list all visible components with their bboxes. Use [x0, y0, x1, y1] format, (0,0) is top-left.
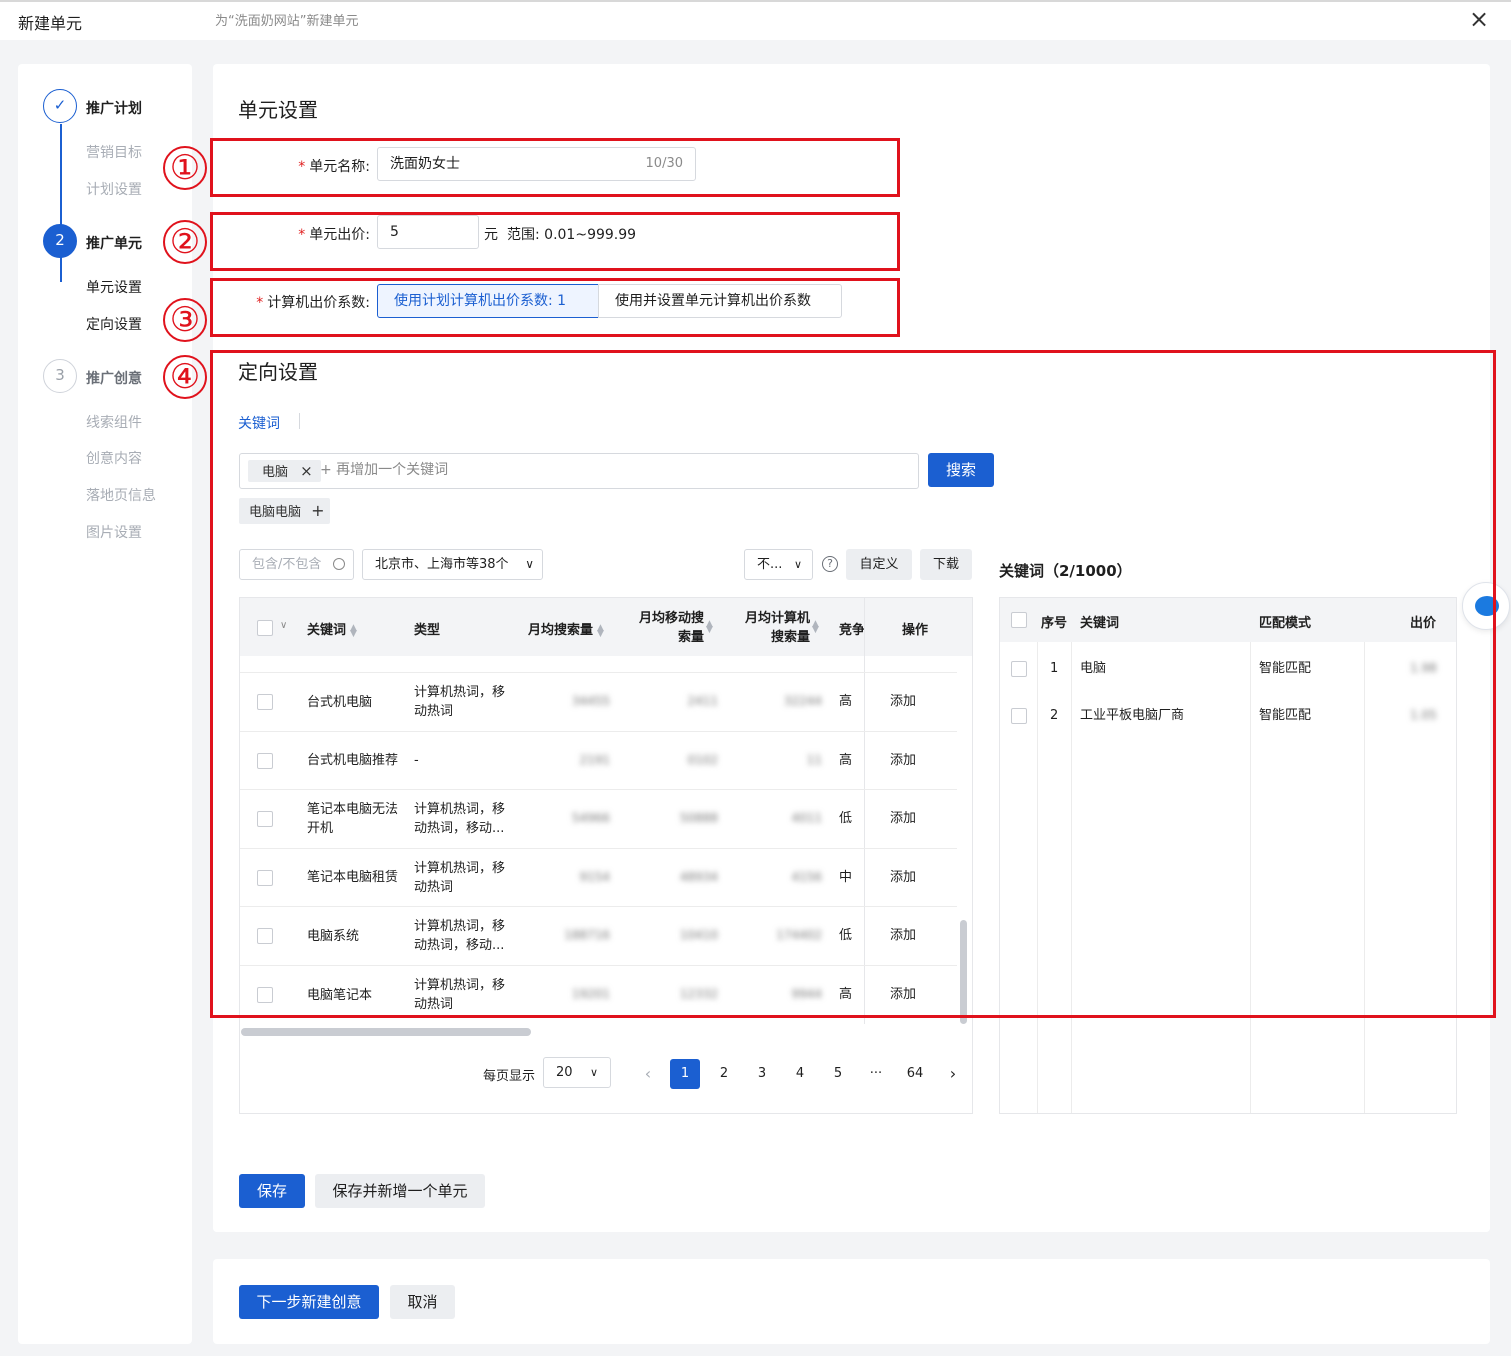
annotation-number-2: ② [163, 220, 207, 264]
chevron-down-icon: ∨ [589, 1066, 598, 1079]
annotation-box-3 [210, 278, 900, 337]
step-3-sub-creative-content[interactable]: 创意内容 [86, 448, 142, 468]
step-2-title[interactable]: 推广单元 [86, 233, 142, 253]
page-1[interactable]: 1 [670, 1059, 700, 1089]
save-and-new-button[interactable]: 保存并新增一个单元 [315, 1174, 485, 1208]
steps-sidebar: ✓ 推广计划 营销目标 计划设置 2 推广单元 单元设置 定向设置 3 推广创意… [18, 64, 192, 1344]
horizontal-scrollbar[interactable] [241, 1028, 531, 1036]
step-2-sub-unit-settings[interactable]: 单元设置 [86, 277, 142, 297]
modal-subtitle: 为“洗面奶网站”新建单元 [215, 14, 359, 29]
annotation-box-2 [210, 212, 900, 271]
annotation-number-4: ④ [163, 355, 207, 399]
step-3-sub-landing-page[interactable]: 落地页信息 [86, 485, 156, 505]
per-page-select[interactable]: 20 ∨ [543, 1057, 611, 1088]
step-2-sub-targeting[interactable]: 定向设置 [86, 314, 142, 334]
close-icon[interactable]: × [1466, 6, 1492, 32]
page-3[interactable]: 3 [747, 1059, 777, 1089]
next-page-icon[interactable]: › [938, 1059, 968, 1089]
page-4[interactable]: 4 [785, 1059, 815, 1089]
per-page-label: 每页显示 [483, 1069, 536, 1084]
unit-settings-title: 单元设置 [238, 98, 318, 122]
step-connector [60, 124, 62, 282]
step-1-sub-marketing-goal[interactable]: 营销目标 [86, 142, 142, 162]
prev-page-icon[interactable]: ‹ [633, 1059, 663, 1089]
annotation-number-3: ③ [163, 298, 207, 342]
page-5[interactable]: 5 [823, 1059, 853, 1089]
save-button[interactable]: 保存 [239, 1174, 305, 1208]
next-create-creative-button[interactable]: 下一步新建创意 [239, 1285, 379, 1319]
step-3-sub-image-settings[interactable]: 图片设置 [86, 522, 142, 542]
step-3-number[interactable]: 3 [43, 359, 77, 393]
step-2-number[interactable]: 2 [43, 224, 77, 258]
step-1-title[interactable]: 推广计划 [86, 98, 142, 118]
annotation-box-4 [210, 350, 1496, 1018]
annotation-number-1: ① [163, 146, 207, 190]
step-3-sub-lead-component[interactable]: 线索组件 [86, 412, 142, 432]
step-3-title[interactable]: 推广创意 [86, 368, 142, 388]
cancel-button[interactable]: 取消 [390, 1285, 455, 1319]
page-64[interactable]: 64 [900, 1059, 930, 1089]
per-page-value: 20 [556, 1065, 573, 1080]
page-ellipsis[interactable]: ··· [861, 1059, 891, 1089]
annotation-box-1 [210, 138, 900, 197]
step-1-sub-plan-settings[interactable]: 计划设置 [86, 179, 142, 199]
page-2[interactable]: 2 [709, 1059, 739, 1089]
modal-title: 新建单元 [18, 14, 83, 33]
step-1-check-icon[interactable]: ✓ [43, 89, 77, 123]
